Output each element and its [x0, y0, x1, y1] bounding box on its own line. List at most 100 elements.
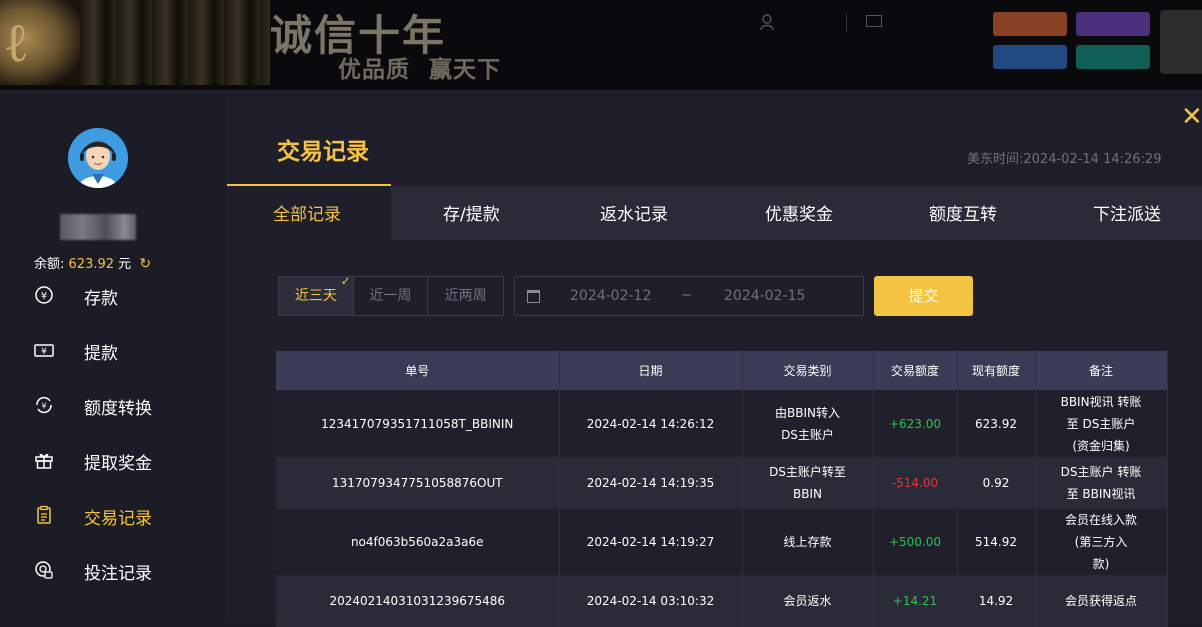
- records-icon: [37, 505, 51, 524]
- date-to-field[interactable]: 2024-02-15: [724, 288, 805, 304]
- column-header: 交易额度: [873, 351, 958, 390]
- transfer-icon: ¥: [36, 396, 52, 414]
- txn-type-line: 由BBIN转入: [775, 405, 840, 420]
- current-balance: 514.92: [957, 509, 1036, 575]
- sidebar-item-label: 额度转换: [84, 399, 152, 419]
- txn-note: DS主账户 转账至 BBIN视讯: [1035, 457, 1168, 509]
- sidebar-item-bonus[interactable]: 提取奖金: [0, 433, 227, 488]
- order-id: 1317079347751058876OUT: [276, 457, 560, 509]
- current-balance: 0.92: [957, 457, 1036, 509]
- range-2-weeks-button[interactable]: 近两周: [428, 277, 503, 315]
- date-separator: ~: [681, 288, 692, 303]
- date-range-picker[interactable]: 2024-02-12 ~ 2024-02-15: [514, 276, 864, 316]
- sidebar-item-bet-records[interactable]: 投注记录: [0, 543, 227, 598]
- top-deposit-button[interactable]: [993, 12, 1067, 36]
- range-3-days-button[interactable]: 近三天 ✓: [279, 274, 354, 315]
- username-redacted: [60, 214, 136, 240]
- svg-text:¥: ¥: [41, 347, 47, 357]
- site-logo[interactable]: ℓ: [0, 0, 80, 85]
- txn-amount: -514.00: [873, 457, 958, 509]
- note-line: DS主账户 转账: [1060, 465, 1142, 479]
- tab-bet-payout[interactable]: 下注派送: [1093, 200, 1161, 225]
- logo-icon: ℓ: [6, 10, 27, 74]
- banner-image: [80, 0, 270, 85]
- txn-date: 2024-02-14 14:19:27: [559, 509, 743, 575]
- sidebar-item-records[interactable]: 交易记录: [0, 488, 227, 543]
- svg-text:¥: ¥: [41, 291, 47, 302]
- column-header: 现有额度: [957, 351, 1036, 390]
- sidebar-item-withdraw[interactable]: ¥ 提款: [0, 323, 227, 378]
- txn-note: BBIN视讯 转账至 DS主账户 (资金归集): [1035, 390, 1168, 457]
- note-line: (第三方入: [1074, 535, 1128, 549]
- time-value: 2024-02-14 14:26:29: [1023, 152, 1162, 167]
- txn-type-line: DS主账户转至: [769, 465, 846, 479]
- top-profile-button[interactable]: [1076, 45, 1150, 69]
- sidebar-item-transfer[interactable]: ¥ 额度转换: [0, 378, 227, 433]
- quick-range-selector: 近三天 ✓ 近一周 近两周: [278, 274, 504, 316]
- divider: [846, 14, 847, 32]
- table-row: 20240214031031239675486 2024-02-14 03:10…: [276, 575, 1168, 627]
- txn-note: 会员获得返点: [1035, 575, 1168, 627]
- sidebar-item-deposit[interactable]: ¥ 存款: [0, 268, 227, 323]
- txn-type-line: DS主账户: [781, 427, 834, 442]
- note-line: 至 BBIN视讯: [1066, 487, 1136, 501]
- sidebar-item-label: 交易记录: [84, 509, 152, 529]
- note-line: (资金归集): [1072, 438, 1130, 453]
- note-line: 至 DS主账户: [1066, 416, 1136, 431]
- top-withdraw-button[interactable]: [993, 45, 1067, 69]
- submit-button[interactable]: 提交: [874, 276, 973, 316]
- check-icon: ✓: [340, 274, 351, 288]
- time-label: 美东时间:: [967, 152, 1024, 167]
- order-id: no4f063b560a2a3a6e: [276, 509, 560, 575]
- close-icon[interactable]: ✕: [1181, 102, 1202, 132]
- order-id: 123417079351711058T_BBININ: [276, 390, 560, 457]
- logout-button[interactable]: [1160, 10, 1202, 74]
- txn-amount: +14.21: [873, 575, 958, 627]
- txn-type: 会员返水: [742, 575, 874, 627]
- txn-amount: +500.00: [873, 509, 958, 575]
- tab-rebate-records[interactable]: 返水记录: [600, 200, 668, 225]
- svg-text:¥: ¥: [41, 402, 46, 411]
- top-banner: ℓ 诚信十年 优品质 赢天下: [0, 0, 1202, 90]
- column-header: 单号: [276, 351, 560, 390]
- eastern-time: 美东时间:2024-02-14 14:26:29: [967, 148, 1161, 167]
- table-row: 1317079347751058876OUT 2024-02-14 14:19:…: [276, 457, 1168, 509]
- page-title: 交易记录: [277, 139, 369, 165]
- note-line: 款): [1092, 557, 1110, 571]
- txn-date: 2024-02-14 14:19:35: [559, 457, 743, 509]
- tab-promo-bonus[interactable]: 优惠奖金: [765, 200, 833, 225]
- column-header: 交易类别: [742, 351, 874, 390]
- current-balance: 623.92: [957, 390, 1036, 457]
- sidebar-item-label: 存款: [84, 289, 118, 309]
- gift-icon: [35, 453, 53, 469]
- range-label: 近三天: [294, 288, 337, 304]
- sidebar: 余额: 623.92 元 ↻ ¥ 存款 ¥ 提款 ¥ 额度转换 提取奖金 交易记…: [0, 96, 227, 622]
- sidebar-menu: ¥ 存款 ¥ 提款 ¥ 额度转换 提取奖金 交易记录 投注记录: [0, 268, 227, 598]
- tab-all-records[interactable]: 全部记录: [273, 200, 341, 225]
- mail-icon[interactable]: [866, 15, 882, 27]
- txn-type: 由BBIN转入 DS主账户: [742, 390, 874, 457]
- txn-note: 会员在线入款 (第三方入 款): [1035, 509, 1168, 575]
- sidebar-item-label: 提款: [84, 344, 118, 364]
- txn-type-line: BBIN: [793, 487, 822, 501]
- avatar[interactable]: [68, 128, 128, 188]
- table-row: 123417079351711058T_BBININ 2024-02-14 14…: [276, 390, 1168, 457]
- deposit-icon: ¥: [35, 286, 53, 304]
- tab-credit-transfer[interactable]: 额度互转: [929, 200, 997, 225]
- transaction-records-panel: 交易记录 美东时间:2024-02-14 14:26:29 ✕ 全部记录 存/提…: [227, 96, 1202, 627]
- transactions-table: 单号 日期 交易类别 交易额度 现有额度 备注 1234170793517110…: [276, 351, 1168, 627]
- table-header-row: 单号 日期 交易类别 交易额度 现有额度 备注: [276, 351, 1168, 390]
- calendar-icon: [527, 290, 540, 303]
- note-line: BBIN视讯 转账: [1060, 394, 1142, 409]
- table-row: no4f063b560a2a3a6e 2024-02-14 14:19:27 线…: [276, 509, 1168, 575]
- top-transfer-button[interactable]: [1076, 12, 1150, 36]
- withdraw-icon: ¥: [34, 344, 54, 357]
- bet-records-icon: [35, 561, 53, 579]
- range-1-week-button[interactable]: 近一周: [354, 277, 429, 315]
- column-header: 日期: [559, 351, 743, 390]
- current-balance: 14.92: [957, 575, 1036, 627]
- user-icon: [760, 14, 774, 30]
- tab-deposit-withdraw[interactable]: 存/提款: [443, 200, 500, 225]
- date-from-field[interactable]: 2024-02-12: [570, 288, 651, 304]
- title-underline: [227, 184, 391, 186]
